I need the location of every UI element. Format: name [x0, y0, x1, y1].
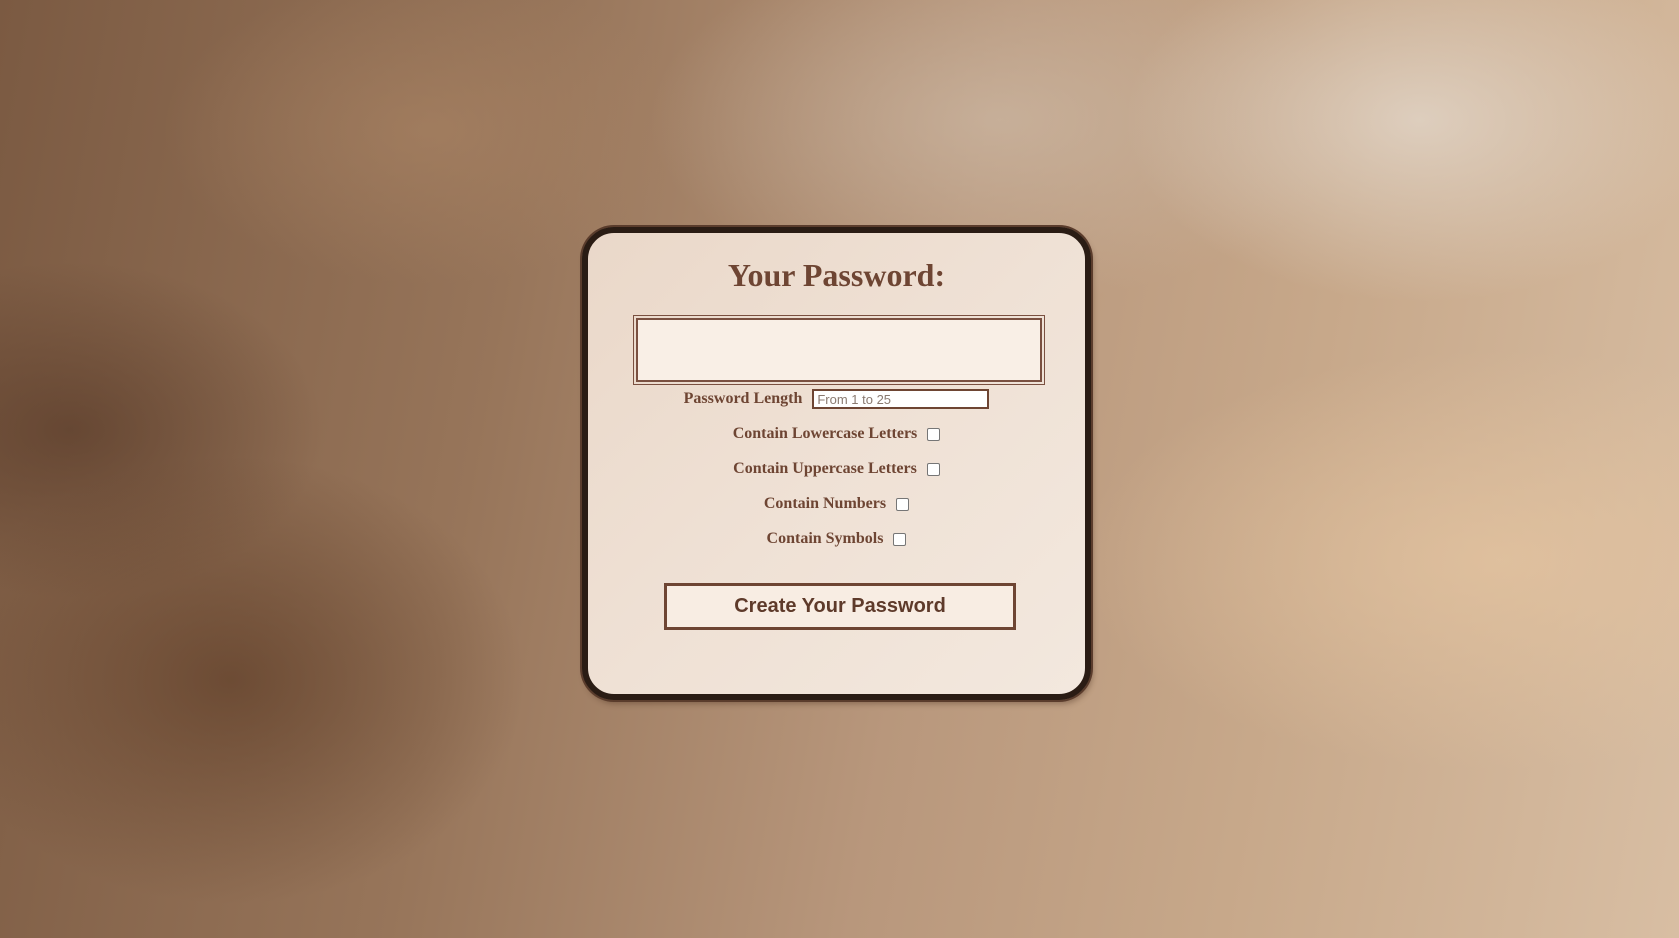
option-label-uppercase: Contain Uppercase Letters	[733, 460, 917, 477]
numbers-checkbox[interactable]	[896, 497, 910, 511]
symbols-checkbox[interactable]	[893, 532, 907, 546]
option-row-uppercase: Contain Uppercase Letters	[588, 457, 1085, 481]
password-length-input[interactable]	[812, 389, 990, 409]
password-generator-card: Your Password: Password Length Contain L…	[582, 227, 1091, 700]
password-output[interactable]	[636, 318, 1042, 382]
create-password-button[interactable]: Create Your Password	[664, 583, 1016, 630]
password-output-frame	[633, 315, 1045, 385]
option-label-numbers: Contain Numbers	[763, 495, 887, 512]
option-row-symbols: Contain Symbols	[588, 527, 1085, 551]
card-title: Your Password:	[727, 257, 946, 293]
password-length-row: Password Length	[588, 387, 1085, 411]
password-length-label: Password Length	[683, 390, 803, 407]
option-row-numbers: Contain Numbers	[588, 492, 1085, 516]
uppercase-checkbox[interactable]	[926, 462, 940, 476]
lowercase-checkbox[interactable]	[927, 427, 941, 441]
option-label-lowercase: Contain Lowercase Letters	[732, 425, 918, 442]
option-row-lowercase: Contain Lowercase Letters	[588, 422, 1085, 446]
option-label-symbols: Contain Symbols	[766, 530, 884, 547]
